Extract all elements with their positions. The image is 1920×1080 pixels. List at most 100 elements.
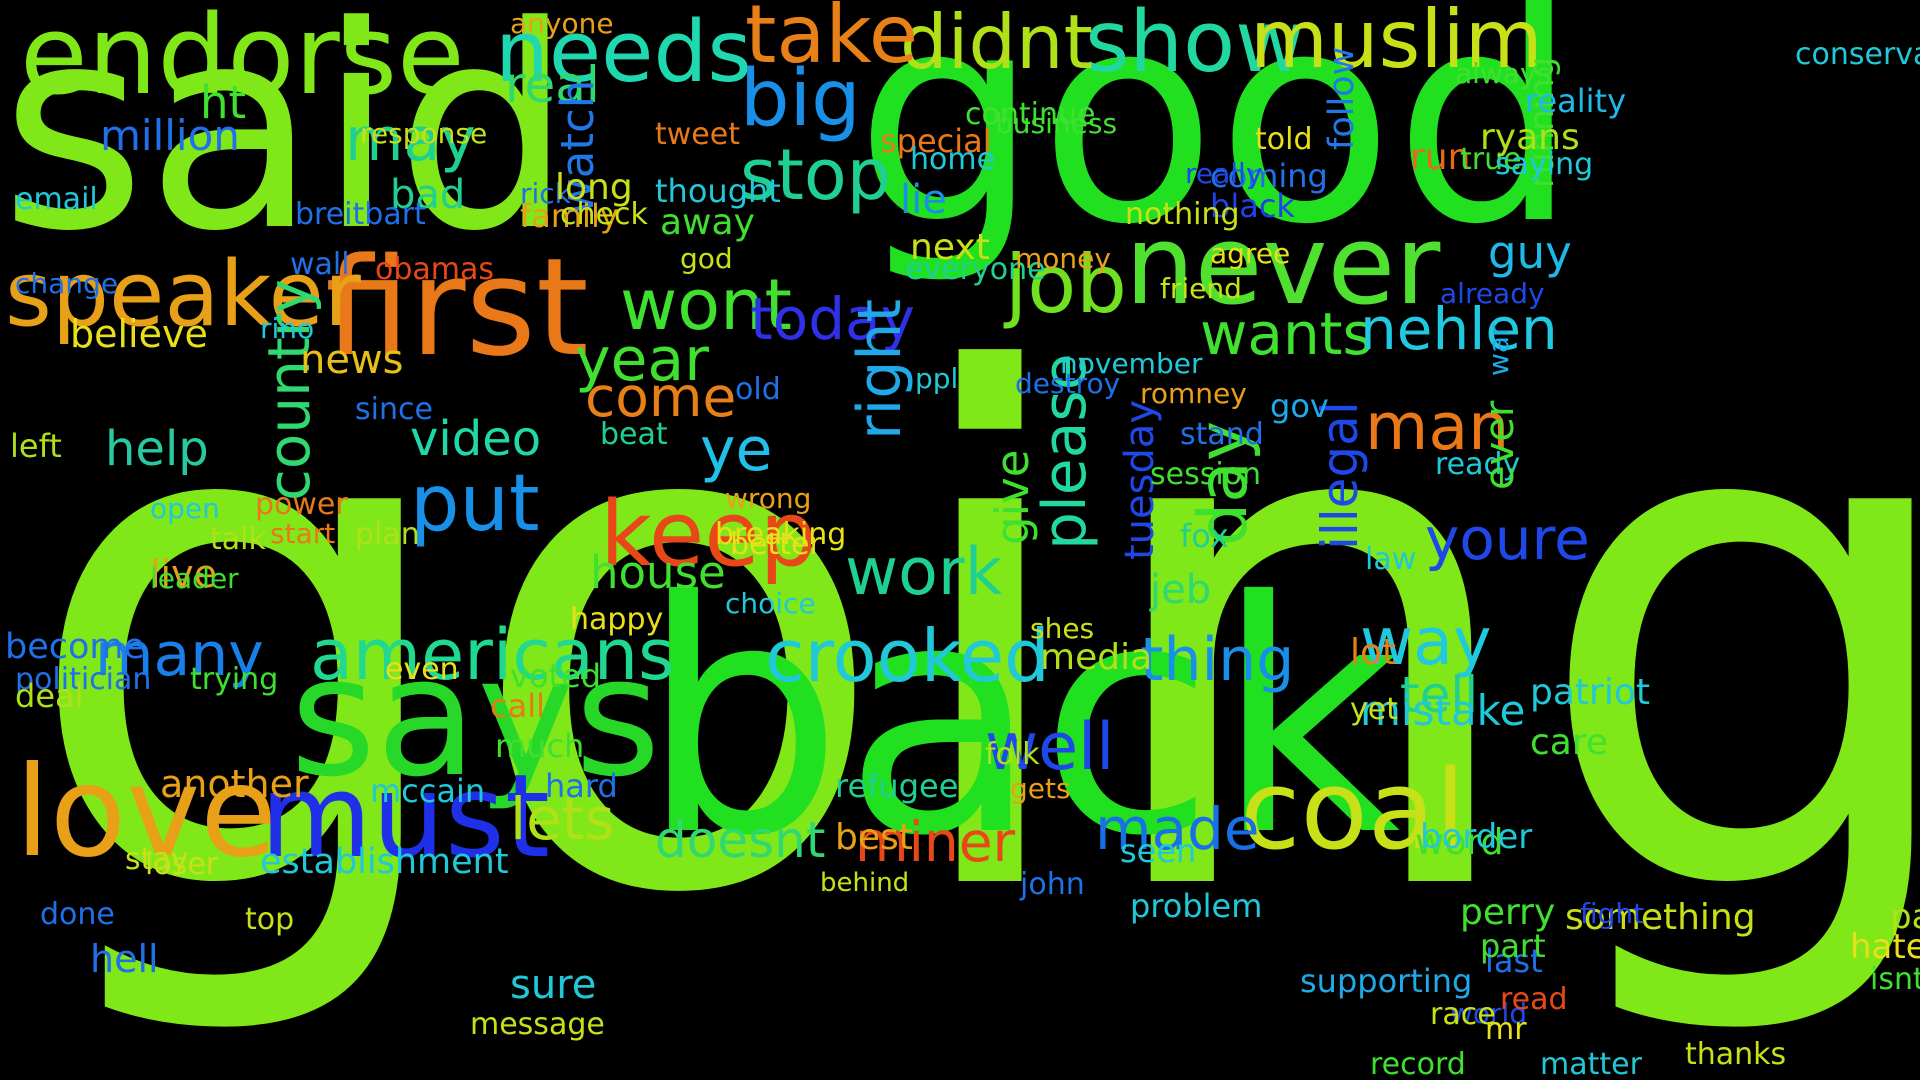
cloud-word: right	[845, 299, 915, 440]
cloud-word: race	[1430, 997, 1496, 1032]
cloud-word: record	[1370, 1047, 1466, 1080]
cloud-word: email	[15, 182, 98, 217]
cloud-word: establishment	[260, 842, 509, 882]
cloud-word: care	[1530, 722, 1609, 763]
cloud-word: beat	[600, 417, 668, 452]
cloud-word: talk	[210, 522, 266, 557]
cloud-word: john	[1020, 867, 1085, 902]
cloud-word: deal	[15, 677, 84, 715]
cloud-word: away	[660, 202, 755, 243]
cloud-word: put	[410, 459, 540, 549]
cloud-word: voted	[510, 657, 602, 695]
cloud-word: wants	[1200, 300, 1373, 368]
cloud-word: matter	[1540, 1047, 1642, 1080]
cloud-word: shes	[1030, 612, 1095, 645]
cloud-word: much	[495, 727, 585, 765]
cloud-word: plan	[355, 517, 420, 552]
cloud-word: check	[560, 197, 648, 232]
cloud-word: done	[40, 897, 115, 932]
cloud-word: choice	[725, 587, 816, 620]
cloud-word: crooked	[765, 614, 1050, 698]
cloud-word: start	[270, 517, 336, 550]
cloud-word: give	[986, 449, 1039, 545]
cloud-word: house	[590, 546, 726, 599]
cloud-word: jeb	[1150, 567, 1212, 613]
cloud-word: next	[910, 227, 990, 268]
cloud-word: become	[5, 627, 146, 667]
cloud-word: stand	[1180, 417, 1264, 452]
cloud-word: session	[1150, 457, 1262, 492]
cloud-word: gov	[1270, 387, 1329, 425]
cloud-word: change	[15, 267, 119, 300]
cloud-word: really	[1185, 157, 1263, 190]
cloud-word: doesnt	[655, 811, 826, 869]
cloud-word: supporting	[1300, 962, 1473, 1000]
cloud-word: friend	[1160, 272, 1242, 305]
cloud-word: best	[835, 817, 913, 858]
cloud-word: loser	[145, 847, 219, 882]
cloud-word: didnt	[900, 0, 1093, 86]
cloud-word: patriot	[1530, 672, 1650, 713]
cloud-word: hate	[1850, 927, 1920, 967]
cloud-word: wrong	[725, 482, 812, 515]
cloud-word: folk	[985, 737, 1040, 772]
cloud-word: follow	[1322, 46, 1362, 150]
cloud-word: law	[1365, 542, 1417, 577]
cloud-word: message	[470, 1007, 605, 1042]
cloud-word: behind	[820, 868, 910, 898]
cloud-word: thing	[1140, 625, 1295, 695]
cloud-word: perry	[1460, 892, 1556, 933]
cloud-word: left	[10, 427, 62, 465]
cloud-word: god	[680, 242, 733, 275]
cloud-word: hell	[90, 937, 159, 981]
cloud-word: war	[1482, 324, 1515, 376]
cloud-word: conservatives	[1795, 37, 1920, 72]
cloud-word: open	[150, 492, 220, 525]
cloud-word: youre	[1425, 505, 1590, 573]
cloud-word: fox	[1180, 517, 1229, 555]
cloud-word: believe	[70, 312, 208, 356]
cloud-word: read	[1500, 982, 1568, 1017]
cloud-word: part	[1480, 927, 1546, 965]
cloud-word: power	[255, 487, 348, 522]
cloud-word: big	[740, 54, 861, 144]
cloud-word: lot	[1350, 632, 1397, 673]
cloud-word: problem	[1130, 887, 1263, 925]
cloud-word: gets	[1010, 772, 1071, 805]
cloud-word: already	[1440, 277, 1545, 310]
cloud-word: border	[1420, 817, 1533, 857]
cloud-word: romney	[1140, 377, 1247, 410]
cloud-word: yet	[1350, 692, 1398, 727]
cloud-word: saying	[1495, 147, 1594, 182]
cloud-word: help	[105, 421, 209, 477]
cloud-word: mccain	[370, 772, 486, 810]
cloud-word: tweet	[655, 117, 740, 152]
cloud-word: ever	[1477, 400, 1523, 490]
cloud-word: ye	[700, 415, 773, 485]
cloud-word: guy	[1488, 226, 1572, 279]
cloud-word: seen	[1120, 832, 1197, 870]
cloud-word: ht	[200, 76, 247, 129]
cloud-word: told	[1255, 122, 1313, 157]
cloud-word: since	[355, 392, 433, 427]
cloud-word: top	[245, 902, 295, 937]
cloud-word: ppl	[915, 362, 959, 395]
cloud-word: rino	[260, 312, 315, 345]
cloud-word: sure	[510, 962, 597, 1008]
cloud-word: another	[160, 762, 309, 806]
cloud-word: fight	[1580, 897, 1645, 930]
cloud-word: isnt	[1870, 962, 1920, 997]
cloud-word: breaking	[715, 517, 847, 552]
cloud-word: even	[385, 652, 459, 687]
cloud-word: home	[910, 142, 996, 177]
cloud-word: leader	[150, 562, 239, 595]
cloud-word: media	[1040, 637, 1153, 678]
cloud-word: wall	[290, 247, 350, 282]
cloud-word: breitbart	[295, 197, 426, 232]
cloud-word: trying	[190, 662, 279, 697]
cloud-word: anyone	[510, 7, 614, 40]
cloud-word: continue	[965, 97, 1096, 132]
cloud-word: thanks	[1685, 1037, 1787, 1072]
cloud-word: refugee	[835, 767, 959, 805]
cloud-word: response	[360, 117, 488, 150]
